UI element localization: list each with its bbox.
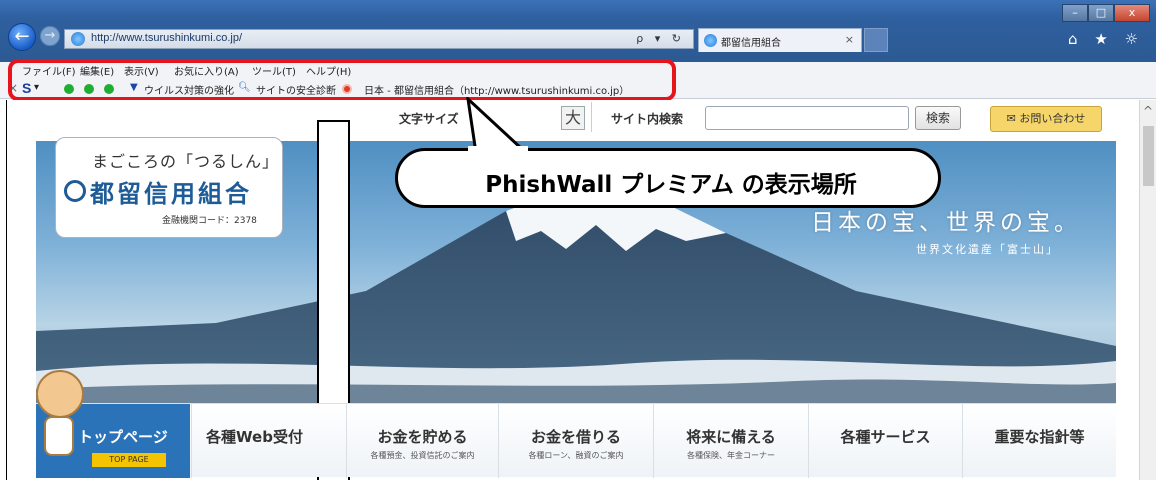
back-button[interactable]: ← [8,23,36,51]
callout-text: PhishWall プレミアム の表示場所 [485,172,857,198]
nav-save-money[interactable]: お金を貯める 各種預金、投資信託のご案内 [346,404,498,478]
highlight-box [8,59,676,101]
mascot-body [44,416,74,456]
close-window-button[interactable]: x [1114,4,1150,22]
mail-icon: ✉ [1006,112,1016,125]
nav-item-sub: 各種ローン、融資のご案内 [528,451,624,460]
nav-item-sub: 各種保険、年金コーナー [687,451,775,460]
browser-titlebar: ← → http://www.tsurushinkumi.co.jp/ ρ ▾ … [0,0,1156,62]
nav-web-reception[interactable]: 各種Web受付 [191,404,317,478]
forward-button[interactable]: → [40,26,60,46]
font-size-large-button[interactable]: 大 [561,106,585,130]
bank-mark-icon [64,180,86,202]
site-search-input[interactable] [705,106,909,130]
scroll-thumb[interactable] [1143,126,1154,186]
nav-top-page[interactable]: トップページ TOP PAGE [36,370,190,478]
tab-favicon-icon [704,34,717,47]
logo-tagline: まごころの「つるしん」 [92,152,280,171]
nav-item-sub: 各種預金、投資信託のご案内 [370,451,475,460]
minimize-button[interactable]: – [1062,4,1088,22]
hero-subcopy: 世界文化遺産「富士山」 [916,243,1059,256]
tab-title: 都留信用組合 [721,38,781,49]
font-size-label: 文字サイズ [399,112,459,126]
page-left-border [6,100,7,480]
bank-code: 金融機関コード：2378 [162,216,257,226]
global-nav: トップページ TOP PAGE 各種Web受付 お金を貯める 各種預金、投資信託… [36,370,1116,478]
url-text[interactable]: http://www.tsurushinkumi.co.jp/ [91,32,242,44]
nav-borrow-money[interactable]: お金を借りる 各種ローン、融資のご案内 [498,404,653,478]
hero-copy: 日本の宝、世界の宝。 [811,210,1081,236]
nav-prepare-future[interactable]: 将来に備える 各種保険、年金コーナー [653,404,808,478]
nav-item-label: 将来に備える [686,428,776,446]
ie-icon [71,32,85,46]
divider [591,102,592,132]
address-controls[interactable]: ρ ▾ ↻ [636,32,685,45]
callout-joint [468,146,528,152]
logo-name: 都留信用組合 [90,180,252,208]
nav-item-label: お金を借りる [530,428,621,446]
nav-item-label: 重要な指針等 [994,428,1085,446]
scroll-up-icon[interactable]: ^ [1140,104,1156,118]
site-search-label: サイト内検索 [611,112,684,126]
contact-label: お問い合わせ [1019,112,1086,125]
phishwall-callout: PhishWall プレミアム の表示場所 [395,148,941,208]
window-controls: – □ x [1062,4,1150,24]
mascot-icon [36,370,84,418]
home-favorites-tools-icons[interactable]: ⌂ ★ ☼ [1068,30,1144,48]
nav-top-page-badge: TOP PAGE [92,453,166,467]
maximize-button[interactable]: □ [1088,4,1114,22]
tab-close-icon[interactable]: × [845,33,854,46]
contact-button[interactable]: ✉ お問い合わせ [990,106,1102,132]
nav-policies[interactable]: 重要な指針等 [962,404,1116,478]
nav-item-label: お金を貯める [377,428,468,446]
vertical-scrollbar[interactable]: ^ [1139,100,1156,480]
new-tab-button[interactable] [864,28,888,52]
nav-item-label: 各種Web受付 [206,428,303,446]
address-bar[interactable]: http://www.tsurushinkumi.co.jp/ ρ ▾ ↻ [64,29,694,49]
search-button[interactable]: 検索 [915,106,961,130]
nav-top-page-label: トップページ [78,428,168,446]
nav-item-label: 各種サービス [840,428,931,446]
bank-logo[interactable]: まごころの「つるしん」 都留信用組合 金融機関コード：2378 [55,137,283,238]
browser-tab[interactable]: 都留信用組合 × [698,28,862,52]
nav-services[interactable]: 各種サービス [808,404,962,478]
